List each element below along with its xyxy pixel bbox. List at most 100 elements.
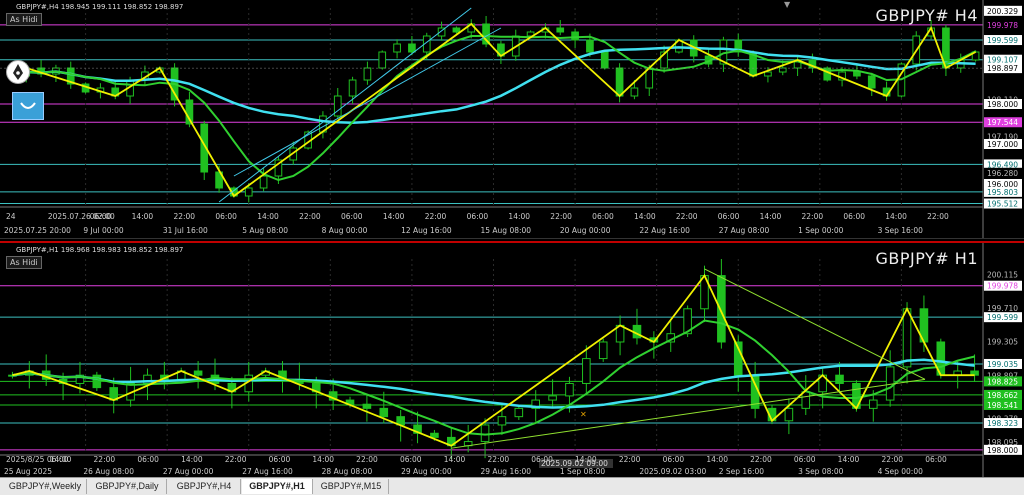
candle-body — [193, 370, 203, 376]
candle-body — [630, 87, 639, 97]
tab-m15[interactable]: GBPJPY#,M15 — [314, 479, 389, 494]
ma-fast-line — [12, 319, 975, 436]
smile-icon[interactable] — [12, 92, 44, 120]
price-label: 197.544 — [987, 118, 1018, 127]
h4-chart-canvas[interactable]: ▼200.329199.978199.599199.107198.897198.… — [0, 0, 1024, 238]
chart-h1-panel[interactable]: ✕ 2025.09.02 09:00 200.115 199.978 199.710 19… — [0, 241, 1024, 477]
candle-body — [764, 71, 772, 77]
time-label: 14:00 — [634, 212, 656, 221]
tab-h4[interactable]: GBPJPY#,H4 — [168, 479, 241, 494]
tab-h1[interactable]: GBPJPY#,H1 — [242, 479, 313, 494]
price-label: 199.599 — [987, 313, 1018, 322]
date-label: 29 Aug 16:00 — [481, 467, 532, 476]
time-label: 06:00 — [531, 455, 553, 464]
candle-body — [452, 27, 461, 33]
h4-hide-button[interactable]: As Hidi — [6, 13, 42, 26]
date-label: 22 Aug 16:00 — [639, 226, 690, 235]
candle-body — [548, 395, 557, 401]
time-marker-icon: ✕ — [580, 410, 587, 419]
time-label: 22:00 — [750, 455, 772, 464]
date-label: 2025.07.25 20:00 — [4, 226, 71, 235]
price-label: 199.710 — [987, 304, 1018, 313]
time-label: 24 — [6, 212, 16, 221]
tab-weekly[interactable]: GBPJPY#,Weekly — [4, 479, 87, 494]
candle-body — [801, 391, 811, 409]
price-label: 199.978 — [987, 21, 1018, 30]
time-label: 22:00 — [619, 455, 641, 464]
date-label: 27 Aug 00:00 — [163, 467, 214, 476]
candle-body — [430, 432, 439, 438]
date-label: 3 Sep 16:00 — [878, 226, 924, 235]
candle-body — [514, 407, 524, 418]
date-label: 1 Sep 08:00 — [560, 467, 606, 476]
h1-hide-button[interactable]: As Hidi — [6, 256, 42, 269]
candle-body — [586, 39, 594, 53]
chart-tab-bar: GBPJPY#,Weekly GBPJPY#,Daily GBPJPY#,H4 … — [0, 477, 1024, 495]
close-icon: ▼ — [784, 0, 791, 9]
candle-body — [868, 399, 878, 409]
time-label: 14:00 — [181, 455, 203, 464]
price-label: 198.000 — [987, 446, 1018, 455]
time-label: 06:00 — [663, 455, 685, 464]
date-label: 2025.09.02 03:00 — [639, 467, 706, 476]
time-label: 06:00 — [400, 455, 422, 464]
time-label: 14:00 — [383, 212, 405, 221]
time-label: 06:00 — [137, 455, 159, 464]
h4-symbol-title: GBPJPY# H4 — [875, 6, 978, 25]
candle-body — [853, 71, 861, 77]
candle-body — [615, 67, 624, 97]
tab-daily[interactable]: GBPJPY#,Daily — [88, 479, 167, 494]
candle-body — [717, 275, 726, 343]
candle-body — [598, 341, 608, 360]
candle-body — [393, 43, 401, 53]
price-label: 199.599 — [987, 36, 1018, 45]
price-label: 199.978 — [987, 282, 1018, 291]
date-label: 5 Aug 08:00 — [242, 226, 288, 235]
candle-body — [778, 67, 787, 73]
chart-h4-panel[interactable]: ▼ 200.329 199.978 199.599 199.107 198.897 198.… — [0, 0, 1024, 239]
date-label: 31 Jul 16:00 — [163, 226, 208, 235]
h1-chart-canvas[interactable]: ✕2025.09.02 09:00200.115199.978199.71019… — [0, 243, 1024, 477]
price-label: 198.541 — [987, 401, 1018, 410]
date-label: 8 Aug 00:00 — [322, 226, 368, 235]
time-label: 06:00 — [925, 455, 947, 464]
price-label: 196.280 — [987, 169, 1018, 178]
time-label: 14:00 — [257, 212, 279, 221]
candle-body — [378, 51, 387, 69]
time-label: 06:00 — [592, 212, 614, 221]
date-label: 12 Aug 16:00 — [401, 226, 452, 235]
candle-body — [244, 187, 253, 197]
time-label: 22:00 — [881, 455, 903, 464]
date-label: 25 Aug 2025 — [4, 467, 52, 476]
time-label: 14:00 — [885, 212, 907, 221]
candle-body — [348, 79, 357, 97]
price-label: 199.035 — [987, 360, 1018, 369]
time-label: 06:00 — [215, 212, 237, 221]
date-label: 2 Sep 16:00 — [719, 467, 765, 476]
time-label: 06:00 — [794, 455, 816, 464]
time-label: 14:00 — [50, 455, 72, 464]
price-label: 195.803 — [987, 188, 1018, 197]
price-label: 198.662 — [987, 391, 1018, 400]
time-label: 14:00 — [706, 455, 728, 464]
price-label: 198.897 — [987, 64, 1018, 73]
candle-body — [571, 31, 579, 41]
candle-body — [582, 358, 591, 384]
time-label: 06:00 — [90, 212, 112, 221]
date-label: 28 Aug 08:00 — [322, 467, 373, 476]
candle-body — [902, 308, 912, 368]
candle-body — [363, 67, 372, 81]
channel-line — [233, 27, 502, 177]
time-label: 14:00 — [575, 455, 597, 464]
pen-icon[interactable] — [6, 60, 30, 84]
h4-ohlc-info: GBPJPY#,H4 198.945 199.111 198.852 198.8… — [16, 3, 184, 11]
time-label: 22:00 — [802, 212, 824, 221]
time-label: 06:00 — [341, 212, 363, 221]
price-label: 197.000 — [987, 140, 1018, 149]
h1-ohlc-info: GBPJPY#,H1 198.968 198.983 198.852 198.8… — [16, 246, 184, 254]
time-label: 22:00 — [173, 212, 195, 221]
time-label: 22:00 — [676, 212, 698, 221]
time-label: 22:00 — [927, 212, 949, 221]
time-label: 06:00 — [269, 455, 291, 464]
candle-body — [885, 366, 895, 401]
